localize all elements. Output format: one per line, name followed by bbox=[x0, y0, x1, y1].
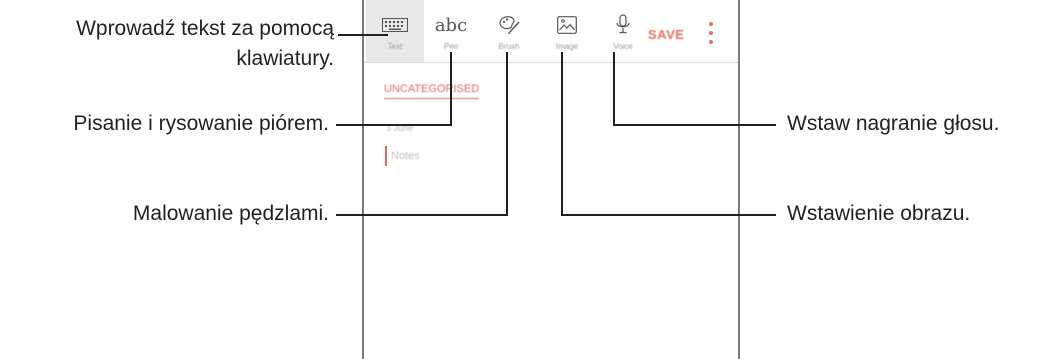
microphone-icon bbox=[615, 14, 631, 36]
callout-keyboard-line2: klawiatury. bbox=[236, 47, 334, 70]
leader-line-voice-h bbox=[613, 124, 776, 126]
text-tool-label: Text bbox=[387, 42, 403, 51]
text-tool-button[interactable]: Text bbox=[366, 0, 424, 62]
leader-line-image-h bbox=[561, 214, 776, 216]
image-tool-label: Image bbox=[555, 42, 579, 51]
abc-handwriting-icon: abc bbox=[434, 14, 468, 36]
brush-tool-label: Brush bbox=[498, 42, 520, 51]
callout-brush: Malowanie pędzlami. bbox=[132, 202, 329, 225]
image-tool-button[interactable]: Image bbox=[538, 0, 596, 62]
category-selector[interactable]: UNCATEGORISED bbox=[384, 83, 480, 99]
leader-line-pen-h bbox=[336, 124, 452, 126]
leader-line-image-v bbox=[561, 52, 563, 216]
phone-screen: Text abc Pen Brush Image Voice SAVE UNCA… bbox=[362, 0, 740, 359]
callout-keyboard: Wprowadź tekst za pomocą klawiatury. bbox=[76, 14, 334, 74]
keyboard-icon bbox=[382, 14, 408, 36]
callout-image: Wstawienie obrazu. bbox=[787, 202, 971, 225]
voice-tool-label: Voice bbox=[613, 42, 633, 51]
save-button[interactable]: SAVE bbox=[648, 27, 684, 42]
pen-tool-label: Pen bbox=[443, 42, 459, 51]
text-cursor bbox=[385, 146, 387, 166]
callout-voice: Wstaw nagranie głosu. bbox=[787, 112, 1000, 135]
note-toolbar: Text abc Pen Brush Image Voice SAVE bbox=[364, 0, 738, 63]
voice-tool-button[interactable]: Voice bbox=[594, 0, 652, 62]
leader-line-pen-v bbox=[450, 52, 452, 126]
image-icon bbox=[557, 14, 577, 36]
palette-brush-icon bbox=[497, 14, 521, 36]
leader-line-brush-h bbox=[336, 214, 508, 216]
callout-keyboard-line1: Wprowadź tekst za pomocą bbox=[76, 17, 334, 40]
leader-line-voice-v bbox=[613, 52, 615, 126]
callout-pen: Pisanie i rysowanie piórem. bbox=[73, 112, 329, 135]
leader-line-keyboard bbox=[338, 34, 388, 36]
note-body-input[interactable]: Notes bbox=[391, 150, 420, 162]
leader-line-brush-v bbox=[506, 52, 508, 216]
brush-tool-button[interactable]: Brush bbox=[480, 0, 538, 62]
more-vertical-icon[interactable] bbox=[708, 22, 714, 44]
